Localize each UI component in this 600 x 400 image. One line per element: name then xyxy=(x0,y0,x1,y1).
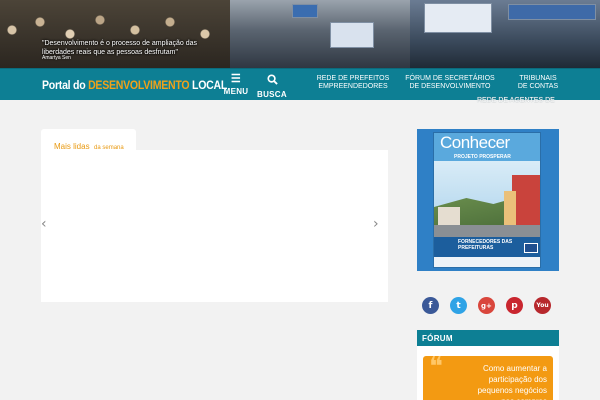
youtube-icon[interactable]: You xyxy=(534,297,551,314)
hero-screen xyxy=(292,4,318,18)
search-icon xyxy=(256,74,288,88)
chevron-right-icon[interactable]: › xyxy=(373,217,385,231)
nav-link-line: EMPREENDEDORES xyxy=(318,83,388,90)
logo-prefix: Portal do xyxy=(42,78,89,92)
hero-screen xyxy=(424,3,492,33)
cover-building xyxy=(512,175,540,229)
most-read-carousel xyxy=(41,150,388,302)
menu-label: MENU xyxy=(223,87,249,96)
cover-building xyxy=(504,191,516,229)
magazine-subtitle: Projeto Prosperar xyxy=(454,154,511,160)
twitter-icon[interactable]: t xyxy=(450,297,467,314)
most-read-tab[interactable]: Mais lidas da semana xyxy=(41,129,136,151)
facebook-icon[interactable]: f xyxy=(422,297,439,314)
nav-link-tribunais[interactable]: TRIBUNAIS DE CONTAS xyxy=(508,75,568,91)
hero-screen xyxy=(330,22,374,48)
nav-link-rede-agentes[interactable]: REDE DE AGENTES DE xyxy=(477,97,555,104)
nav-link-line: DE CONTAS xyxy=(517,83,559,90)
nav-link-rede-prefeitos[interactable]: REDE DE PREFEITOS EMPREENDEDORES xyxy=(306,75,400,91)
main-navbar: Portal do DESENVOLVIMENTO LOCAL ☰ MENU B… xyxy=(0,68,600,100)
nav-link-line: TRIBUNAIS xyxy=(519,75,557,82)
hero-photo-meeting xyxy=(230,0,410,68)
chevron-left-icon[interactable]: ‹ xyxy=(41,217,53,231)
forum-card-text: Como aumentar a participação dos pequeno… xyxy=(477,364,547,400)
quote-icon: ❝ xyxy=(429,356,443,382)
sebrae-logo-icon xyxy=(524,243,538,253)
nav-link-line: DE DESENVOLVIMENTO xyxy=(409,83,491,90)
forum-heading: FÓRUM xyxy=(417,330,559,346)
hero-quote-author: Amartya Sen xyxy=(42,55,71,61)
cover-band-text: Fornecedores das Prefeituras xyxy=(458,239,513,251)
forum-card[interactable]: ❝ Como aumentar a participação dos peque… xyxy=(423,356,553,400)
nav-link-line: REDE DE PREFEITOS xyxy=(316,75,390,82)
nav-link-line: FÓRUM DE SECRETÁRIOS xyxy=(405,75,495,82)
magazine-title: Conhecer xyxy=(440,133,510,152)
social-links: f t g+ p You xyxy=(421,297,555,315)
hero-banner: "Desenvolvimento é o processo de ampliaç… xyxy=(0,0,600,68)
magazine-cover: Fornecedores das Prefeituras Conhecer Pr… xyxy=(433,132,541,268)
site-logo[interactable]: Portal do DESENVOLVIMENTO LOCAL xyxy=(42,78,227,92)
hero-photo-audience xyxy=(0,0,230,68)
search-button[interactable]: BUSCA xyxy=(256,74,288,99)
search-label: BUSCA xyxy=(257,90,287,99)
hamburger-icon: ☰ xyxy=(230,73,242,85)
menu-button[interactable]: ☰ MENU xyxy=(222,73,250,97)
nav-link-forum-secretarios[interactable]: FÓRUM DE SECRETÁRIOS DE DESENVOLVIMENTO xyxy=(400,75,500,91)
pinterest-icon[interactable]: p xyxy=(506,297,523,314)
logo-accent: DESENVOLVIMENTO xyxy=(88,78,190,92)
magazine-banner[interactable]: Fornecedores das Prefeituras Conhecer Pr… xyxy=(417,129,559,271)
google-plus-icon[interactable]: g+ xyxy=(478,297,495,314)
hero-screen xyxy=(508,4,596,20)
cover-footer xyxy=(434,257,540,267)
